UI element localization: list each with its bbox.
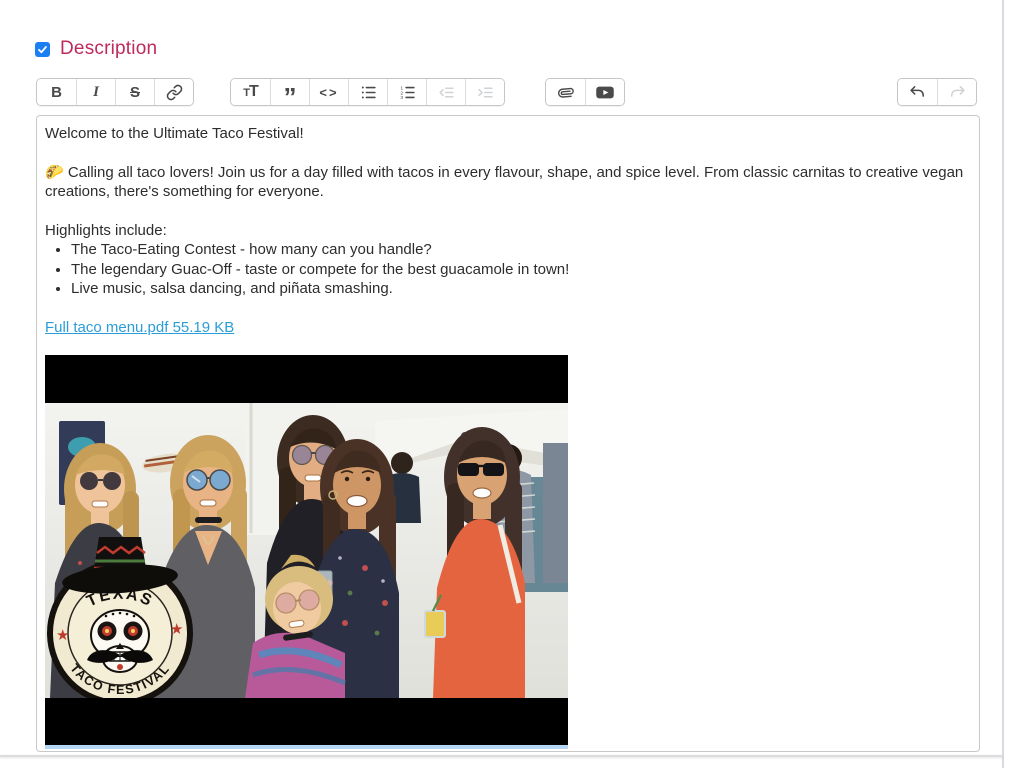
toolbar-group-block: TT ” <> 1 2 3 [230, 78, 505, 106]
indent-icon [477, 84, 494, 101]
logo-star-left: ★ [56, 627, 69, 644]
strikethrough-button[interactable]: S [115, 79, 154, 105]
paperclip-icon [557, 84, 574, 101]
numbered-list-button[interactable]: 1 2 3 [387, 79, 426, 105]
chain-icon [166, 84, 183, 101]
svg-text:2: 2 [400, 90, 403, 96]
undo-button[interactable] [898, 79, 937, 105]
outdent-icon [438, 84, 455, 101]
attach-file-button[interactable] [546, 79, 585, 105]
description-editor[interactable]: Welcome to the Ultimate Taco Festival! 🌮… [36, 115, 980, 752]
letterbox-top [45, 355, 568, 403]
bullet-list-button[interactable] [348, 79, 387, 105]
redo-arrow-icon [949, 84, 966, 101]
description-checkbox[interactable] [35, 42, 50, 57]
editor-paragraph-intro: 🌮 Calling all taco lovers! Join us for a… [45, 163, 971, 202]
editor-highlights-heading: Highlights include: [45, 221, 971, 241]
outdent-button[interactable] [426, 79, 465, 105]
numbered-list-icon: 1 2 3 [399, 84, 416, 101]
italic-button[interactable]: I [76, 79, 115, 105]
festival-photo: TEXAS TACO FESTIVAL ★ ★ [45, 403, 568, 698]
video-play-icon [595, 84, 615, 101]
toolbar-group-media [545, 78, 625, 106]
description-header: Description [35, 38, 157, 60]
section-divider [0, 755, 1003, 757]
svg-text:3: 3 [400, 95, 403, 101]
heading-button[interactable]: TT [231, 79, 270, 105]
attachment-link[interactable]: Full taco menu.pdf 55.19 KB [45, 318, 234, 338]
editor-paragraph-welcome: Welcome to the Ultimate Taco Festival! [45, 124, 971, 144]
code-button[interactable]: <> [309, 79, 348, 105]
logo-star-right: ★ [170, 621, 183, 638]
list-item: The Taco-Eating Contest - how many can y… [71, 240, 971, 260]
image-selection-strip [45, 745, 568, 749]
list-item: The legendary Guac-Off - taste or compet… [71, 260, 971, 280]
redo-button[interactable] [937, 79, 976, 105]
editor-toolbar: B I S TT ” <> [0, 78, 1016, 106]
panel-divider [1002, 0, 1004, 768]
quote-button[interactable]: ” [270, 79, 309, 105]
letterbox-bottom [45, 698, 568, 745]
svg-text:1: 1 [400, 85, 403, 91]
undo-arrow-icon [909, 84, 926, 101]
checkmark-icon [37, 44, 48, 55]
bullet-list-icon [360, 84, 377, 101]
sugar-skull [87, 610, 153, 672]
editor-highlights-list: The Taco-Eating Contest - how many can y… [45, 240, 971, 299]
list-item: Live music, salsa dancing, and piñata sm… [71, 279, 971, 299]
link-button[interactable] [154, 79, 193, 105]
embed-video-button[interactable] [585, 79, 624, 105]
section-title: Description [60, 38, 157, 60]
toolbar-group-format: B I S [36, 78, 194, 106]
toolbar-group-history [897, 78, 977, 106]
indent-button[interactable] [465, 79, 504, 105]
embedded-image-attachment[interactable]: TEXAS TACO FESTIVAL ★ ★ [45, 355, 568, 749]
bold-button[interactable]: B [37, 79, 76, 105]
